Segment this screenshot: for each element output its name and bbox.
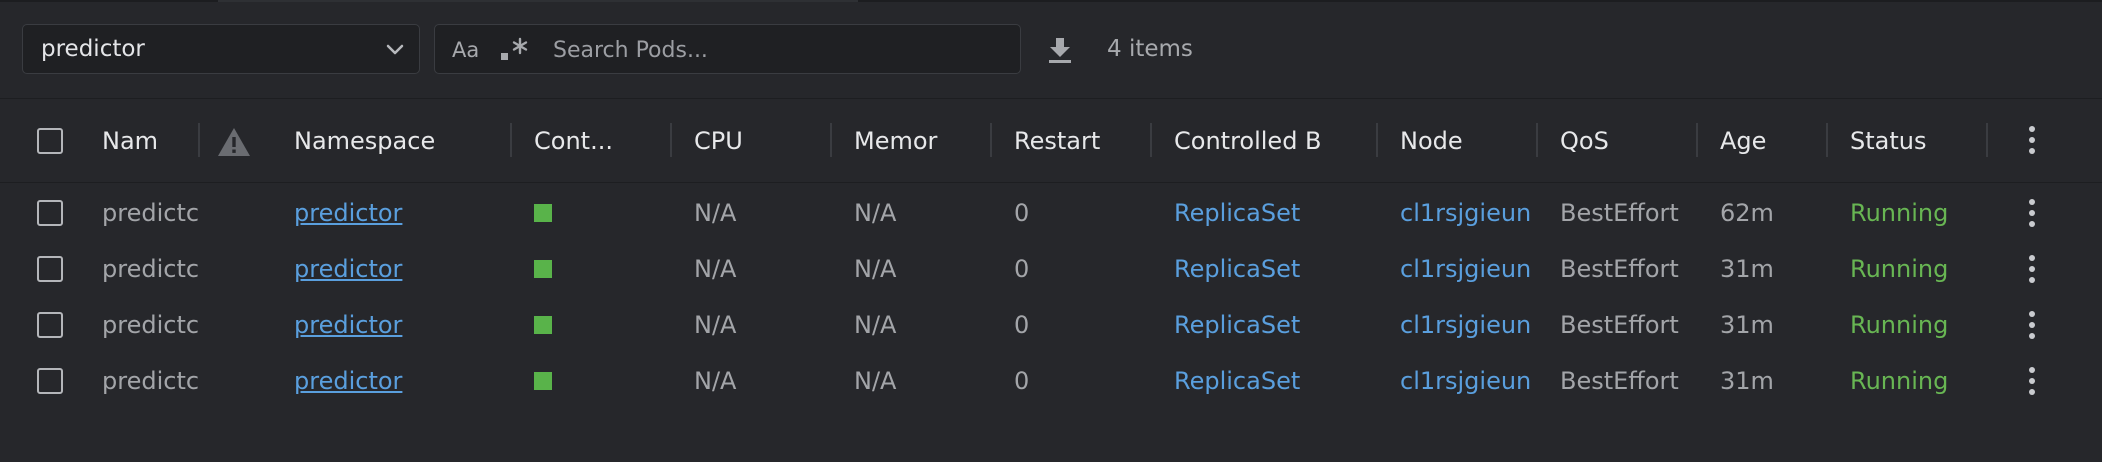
cpu-value: N/A — [694, 311, 737, 339]
cpu-value: N/A — [694, 199, 737, 227]
column-resize-handle[interactable] — [1986, 123, 1988, 157]
download-icon[interactable] — [1045, 35, 1075, 65]
column-resize-handle[interactable] — [1150, 123, 1152, 157]
column-header-status[interactable]: Status — [1850, 98, 1990, 184]
age-value: 31m — [1720, 255, 1774, 283]
namespace-link[interactable]: predictor — [294, 297, 494, 353]
status-value: Running — [1850, 199, 1949, 227]
search-input[interactable] — [551, 33, 995, 67]
status-value: Running — [1850, 367, 1949, 395]
row-menu-icon[interactable] — [2028, 311, 2036, 343]
cpu-value: N/A — [694, 367, 737, 395]
controlled-by-link[interactable]: ReplicaSet — [1174, 353, 1364, 409]
memory-value: N/A — [854, 367, 897, 395]
row-menu-icon[interactable] — [2028, 199, 2036, 231]
row-menu-icon[interactable] — [2028, 367, 2036, 399]
columns-menu-icon[interactable] — [2028, 126, 2036, 158]
container-status-icon[interactable] — [534, 260, 552, 278]
regex-icon[interactable] — [499, 35, 531, 65]
column-resize-handle[interactable] — [1536, 123, 1538, 157]
age-value: 31m — [1720, 311, 1774, 339]
restarts-value: 0 — [1014, 311, 1030, 339]
pod-name: predictc — [102, 367, 198, 395]
restarts-value: 0 — [1014, 199, 1030, 227]
pod-name: predictc — [102, 255, 198, 283]
column-header-memory[interactable]: Memor — [854, 98, 994, 184]
table-header: Nam Namespace Cont... CPU Memor Restart … — [0, 98, 2102, 183]
qos-value: BestEffort — [1560, 367, 1679, 395]
column-header-name[interactable]: Nam — [102, 98, 156, 184]
column-header-namespace[interactable]: Namespace — [294, 98, 484, 184]
container-status-icon[interactable] — [534, 316, 552, 334]
namespace-link[interactable]: predictor — [294, 241, 494, 297]
row-checkbox[interactable] — [37, 368, 63, 394]
table-row[interactable]: predictc predictor N/A N/A 0 ReplicaSet … — [0, 185, 2102, 241]
restarts-value: 0 — [1014, 255, 1030, 283]
node-link[interactable]: cl1rsjgieun — [1400, 185, 1536, 241]
namespace-select[interactable]: predictor — [22, 24, 420, 74]
memory-value: N/A — [854, 311, 897, 339]
qos-value: BestEffort — [1560, 199, 1679, 227]
node-link[interactable]: cl1rsjgieun — [1400, 297, 1536, 353]
column-resize-handle[interactable] — [1376, 123, 1378, 157]
qos-value: BestEffort — [1560, 311, 1679, 339]
node-link[interactable]: cl1rsjgieun — [1400, 241, 1536, 297]
search-box: Aa — [434, 24, 1021, 74]
controlled-by-link[interactable]: ReplicaSet — [1174, 241, 1364, 297]
column-header-cpu[interactable]: CPU — [694, 98, 834, 184]
column-header-controlled-by[interactable]: Controlled B — [1174, 98, 1374, 184]
select-all-checkbox[interactable] — [37, 128, 63, 154]
column-resize-handle[interactable] — [990, 123, 992, 157]
cpu-value: N/A — [694, 255, 737, 283]
items-count: 4 items — [1107, 36, 1193, 62]
row-checkbox[interactable] — [37, 312, 63, 338]
column-resize-handle[interactable] — [1826, 123, 1828, 157]
column-resize-handle[interactable] — [510, 123, 512, 157]
pod-name: predictc — [102, 311, 198, 339]
column-resize-handle[interactable] — [830, 123, 832, 157]
warning-icon[interactable] — [216, 126, 252, 158]
controlled-by-link[interactable]: ReplicaSet — [1174, 185, 1364, 241]
row-menu-icon[interactable] — [2028, 255, 2036, 287]
column-header-node[interactable]: Node — [1400, 98, 1540, 184]
column-header-age[interactable]: Age — [1720, 98, 1820, 184]
restarts-value: 0 — [1014, 367, 1030, 395]
column-resize-handle[interactable] — [670, 123, 672, 157]
pod-name: predictc — [102, 199, 198, 227]
status-value: Running — [1850, 311, 1949, 339]
memory-value: N/A — [854, 199, 897, 227]
column-resize-handle[interactable] — [198, 123, 200, 157]
container-status-icon[interactable] — [534, 204, 552, 222]
table-row[interactable]: predictc predictor N/A N/A 0 ReplicaSet … — [0, 297, 2102, 353]
node-link[interactable]: cl1rsjgieun — [1400, 353, 1536, 409]
controlled-by-link[interactable]: ReplicaSet — [1174, 297, 1364, 353]
status-value: Running — [1850, 255, 1949, 283]
column-header-restarts[interactable]: Restart — [1014, 98, 1154, 184]
qos-value: BestEffort — [1560, 255, 1679, 283]
column-header-containers[interactable]: Cont... — [534, 98, 664, 184]
memory-value: N/A — [854, 255, 897, 283]
column-resize-handle[interactable] — [1696, 123, 1698, 157]
chevron-down-icon — [386, 44, 404, 55]
age-value: 62m — [1720, 199, 1774, 227]
namespace-link[interactable]: predictor — [294, 353, 494, 409]
namespace-link[interactable]: predictor — [294, 185, 494, 241]
container-status-icon[interactable] — [534, 372, 552, 390]
table-row[interactable]: predictc predictor N/A N/A 0 ReplicaSet … — [0, 353, 2102, 409]
row-checkbox[interactable] — [37, 256, 63, 282]
age-value: 31m — [1720, 367, 1774, 395]
namespace-select-value: predictor — [41, 36, 145, 62]
column-header-qos[interactable]: QoS — [1560, 98, 1700, 184]
match-case-toggle[interactable]: Aa — [452, 25, 479, 75]
table-row[interactable]: predictc predictor N/A N/A 0 ReplicaSet … — [0, 241, 2102, 297]
toolbar: predictor Aa 4 items — [0, 0, 2102, 99]
row-checkbox[interactable] — [37, 200, 63, 226]
